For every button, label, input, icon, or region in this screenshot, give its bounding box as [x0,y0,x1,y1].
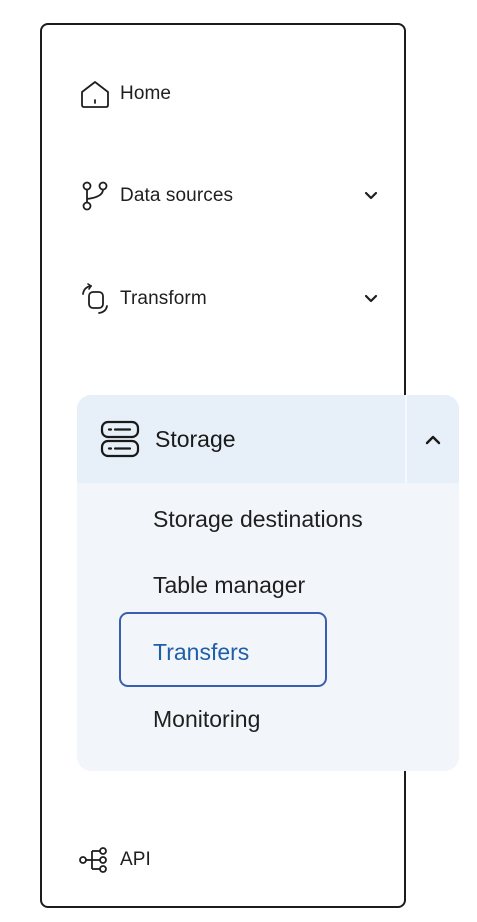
storage-header: Storage [77,395,459,483]
nav-item-storage[interactable]: Storage [99,417,236,461]
branch-icon [78,179,112,213]
nav-item-home-label: Home [120,83,172,104]
nav-item-api-label: API [120,849,151,870]
nav-item-data-sources[interactable]: Data sources [78,176,233,216]
nav-item-home[interactable]: Home [78,74,171,114]
nav-item-storage-label: Storage [155,425,236,452]
nav-item-transform-label: Transform [120,288,207,309]
api-tree-icon [78,843,112,877]
home-icon [78,77,112,111]
chevron-down-icon[interactable] [361,186,381,206]
transform-icon [78,282,112,316]
chevron-up-icon[interactable] [407,395,459,483]
chevron-down-icon[interactable] [361,289,381,309]
nav-item-data-sources-label: Data sources [120,185,234,206]
submenu-item-monitoring[interactable]: Monitoring [153,706,260,733]
submenu-item-table-manager[interactable]: Table manager [153,572,305,599]
nav-item-transform[interactable]: Transform [78,279,207,319]
canvas: Home Data sources Transform Storage Stor… [0,0,477,922]
submenu-item-storage-destinations[interactable]: Storage destinations [153,506,363,533]
nav-item-api[interactable]: API [78,840,151,880]
submenu-item-transfers[interactable]: Transfers [153,639,249,666]
storage-panel: Storage Storage destinations Table manag… [77,395,459,771]
storage-icon [99,418,141,460]
